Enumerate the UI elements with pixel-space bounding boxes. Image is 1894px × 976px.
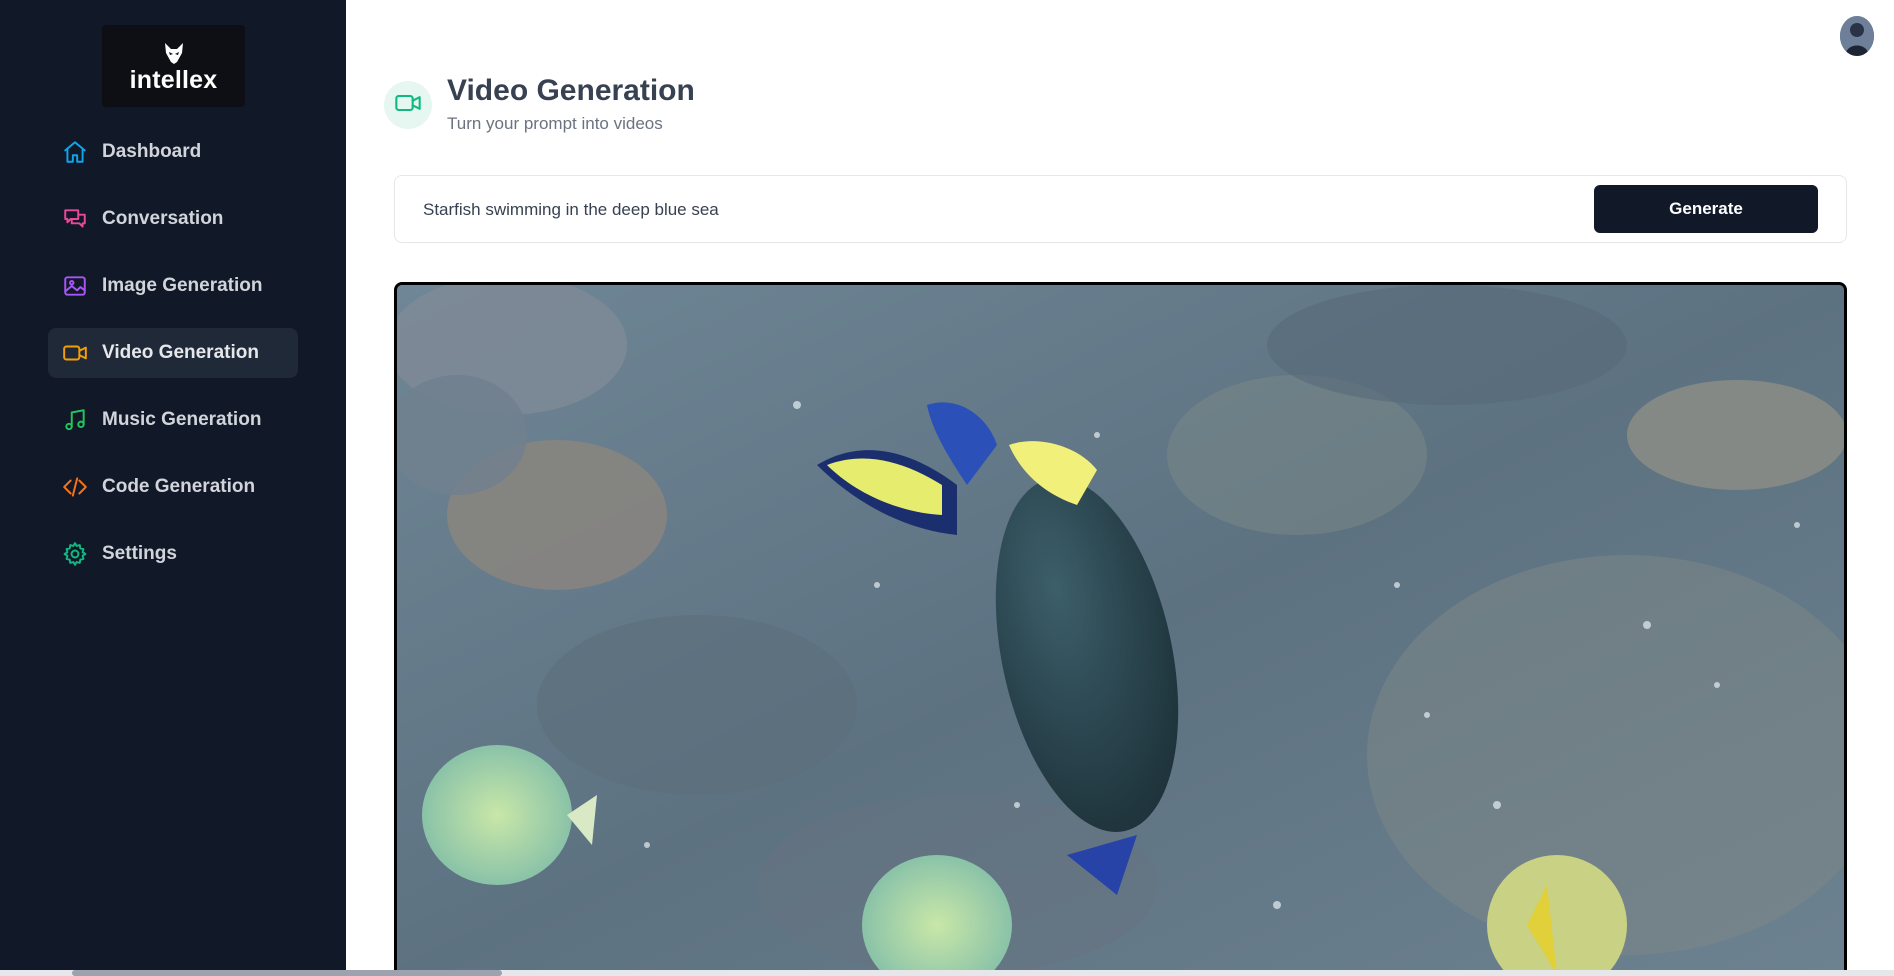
sidebar-item-label: Image Generation <box>102 275 263 296</box>
sidebar-item-video-generation[interactable]: Video Generation <box>48 328 298 378</box>
sidebar-item-label: Music Generation <box>102 409 262 430</box>
video-icon <box>394 89 422 122</box>
sidebar-item-label: Code Generation <box>102 476 256 497</box>
music-icon <box>62 407 88 433</box>
sidebar-item-label: Video Generation <box>102 342 259 363</box>
generated-video[interactable] <box>394 282 1847 976</box>
code-icon <box>62 474 88 500</box>
fox-head-icon <box>161 40 187 66</box>
sidebar-item-code-generation[interactable]: Code Generation <box>48 462 298 512</box>
sidebar-item-label: Conversation <box>102 208 224 229</box>
brand-logo[interactable]: intellex <box>102 25 245 107</box>
page-title: Video Generation <box>447 74 695 107</box>
avatar-image <box>1840 16 1874 56</box>
sidebar: intellex Dashboard Conversation Image Ge… <box>0 0 346 976</box>
message-icon <box>62 206 88 232</box>
page-subtitle: Turn your prompt into videos <box>447 114 663 133</box>
user-avatar[interactable] <box>1840 16 1874 56</box>
sidebar-item-label: Settings <box>102 543 177 564</box>
prompt-form: Generate <box>394 175 1847 243</box>
sidebar-nav: Dashboard Conversation Image Generation <box>48 127 298 596</box>
video-frame <box>397 285 1844 976</box>
home-icon <box>62 139 88 165</box>
sidebar-item-conversation[interactable]: Conversation <box>48 194 298 244</box>
sidebar-item-image-generation[interactable]: Image Generation <box>48 261 298 311</box>
app-root: intellex Dashboard Conversation Image Ge… <box>0 0 1894 976</box>
gear-icon <box>62 541 88 567</box>
generate-button[interactable]: Generate <box>1594 185 1818 233</box>
brand-name: intellex <box>129 65 218 94</box>
prompt-input[interactable] <box>423 190 1573 230</box>
horizontal-scrollbar[interactable] <box>0 970 1894 976</box>
header-icon-wrap <box>384 81 432 129</box>
image-icon <box>62 273 88 299</box>
sidebar-item-dashboard[interactable]: Dashboard <box>48 127 298 177</box>
video-icon <box>62 340 88 366</box>
sidebar-item-label: Dashboard <box>102 141 202 162</box>
scrollbar-thumb[interactable] <box>72 970 502 976</box>
sidebar-item-music-generation[interactable]: Music Generation <box>48 395 298 445</box>
sidebar-item-settings[interactable]: Settings <box>48 529 298 579</box>
